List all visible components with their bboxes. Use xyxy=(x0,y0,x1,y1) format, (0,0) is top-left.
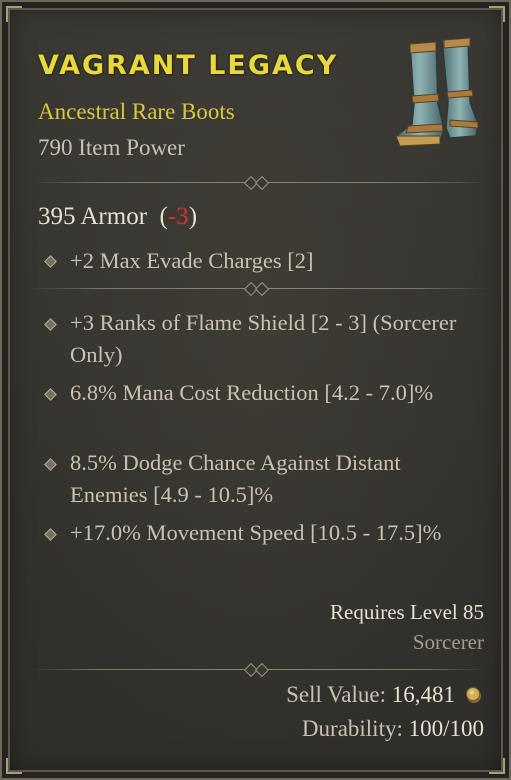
armor-change: -3 xyxy=(167,203,189,230)
item-name: VAGRANT LEGACY xyxy=(38,50,339,81)
affix-mana-cost: 6.8% Mana Cost Reduction [4.2 - 7.0]% xyxy=(70,380,434,405)
implicit-affix: +2 Max Evade Charges [2] xyxy=(70,248,314,273)
item-type: Ancestral Rare Boots xyxy=(38,99,235,124)
bullet-icon xyxy=(44,458,57,471)
frame-corner xyxy=(6,6,22,22)
bullet-icon xyxy=(44,528,57,541)
armor-stat: 395 Armor (-3) xyxy=(38,203,197,231)
class-requirement: Sorcerer xyxy=(412,630,484,654)
section-divider xyxy=(32,281,487,297)
armor-paren: ) xyxy=(188,203,198,230)
sell-value: Sell Value: 16,481 xyxy=(286,682,455,708)
affix-dodge-chance: 8.5% Dodge Chance Against Distant Enemie… xyxy=(70,450,401,507)
frame-corner xyxy=(489,758,505,774)
sell-amount: 16,481 xyxy=(391,682,455,707)
item-tooltip: VAGRANT LEGACY Ancestral Rare Boots 790 … xyxy=(0,0,511,780)
durability-value: 100/100 xyxy=(408,716,484,741)
sell-label: Sell Value: xyxy=(286,682,392,707)
durability-label: Durability: xyxy=(301,716,409,741)
boots-icon xyxy=(395,37,479,147)
bullet-icon xyxy=(44,388,57,401)
bullet-icon xyxy=(44,318,57,331)
frame-corner xyxy=(6,758,22,774)
affix-flame-shield: +3 Ranks of Flame Shield [2 - 3] (Sorcer… xyxy=(70,310,457,367)
level-requirement: Requires Level 85 xyxy=(330,600,484,624)
armor-value: 395 Armor ( xyxy=(38,203,168,230)
durability: Durability: 100/100 xyxy=(302,716,484,742)
gold-coin-icon xyxy=(466,687,481,703)
item-power: 790 Item Power xyxy=(38,135,185,160)
section-divider xyxy=(32,662,487,678)
section-divider xyxy=(32,175,487,191)
frame-corner xyxy=(489,6,505,22)
affix-movement-speed: +17.0% Movement Speed [10.5 - 17.5]% xyxy=(70,520,442,545)
bullet-icon xyxy=(44,255,57,268)
